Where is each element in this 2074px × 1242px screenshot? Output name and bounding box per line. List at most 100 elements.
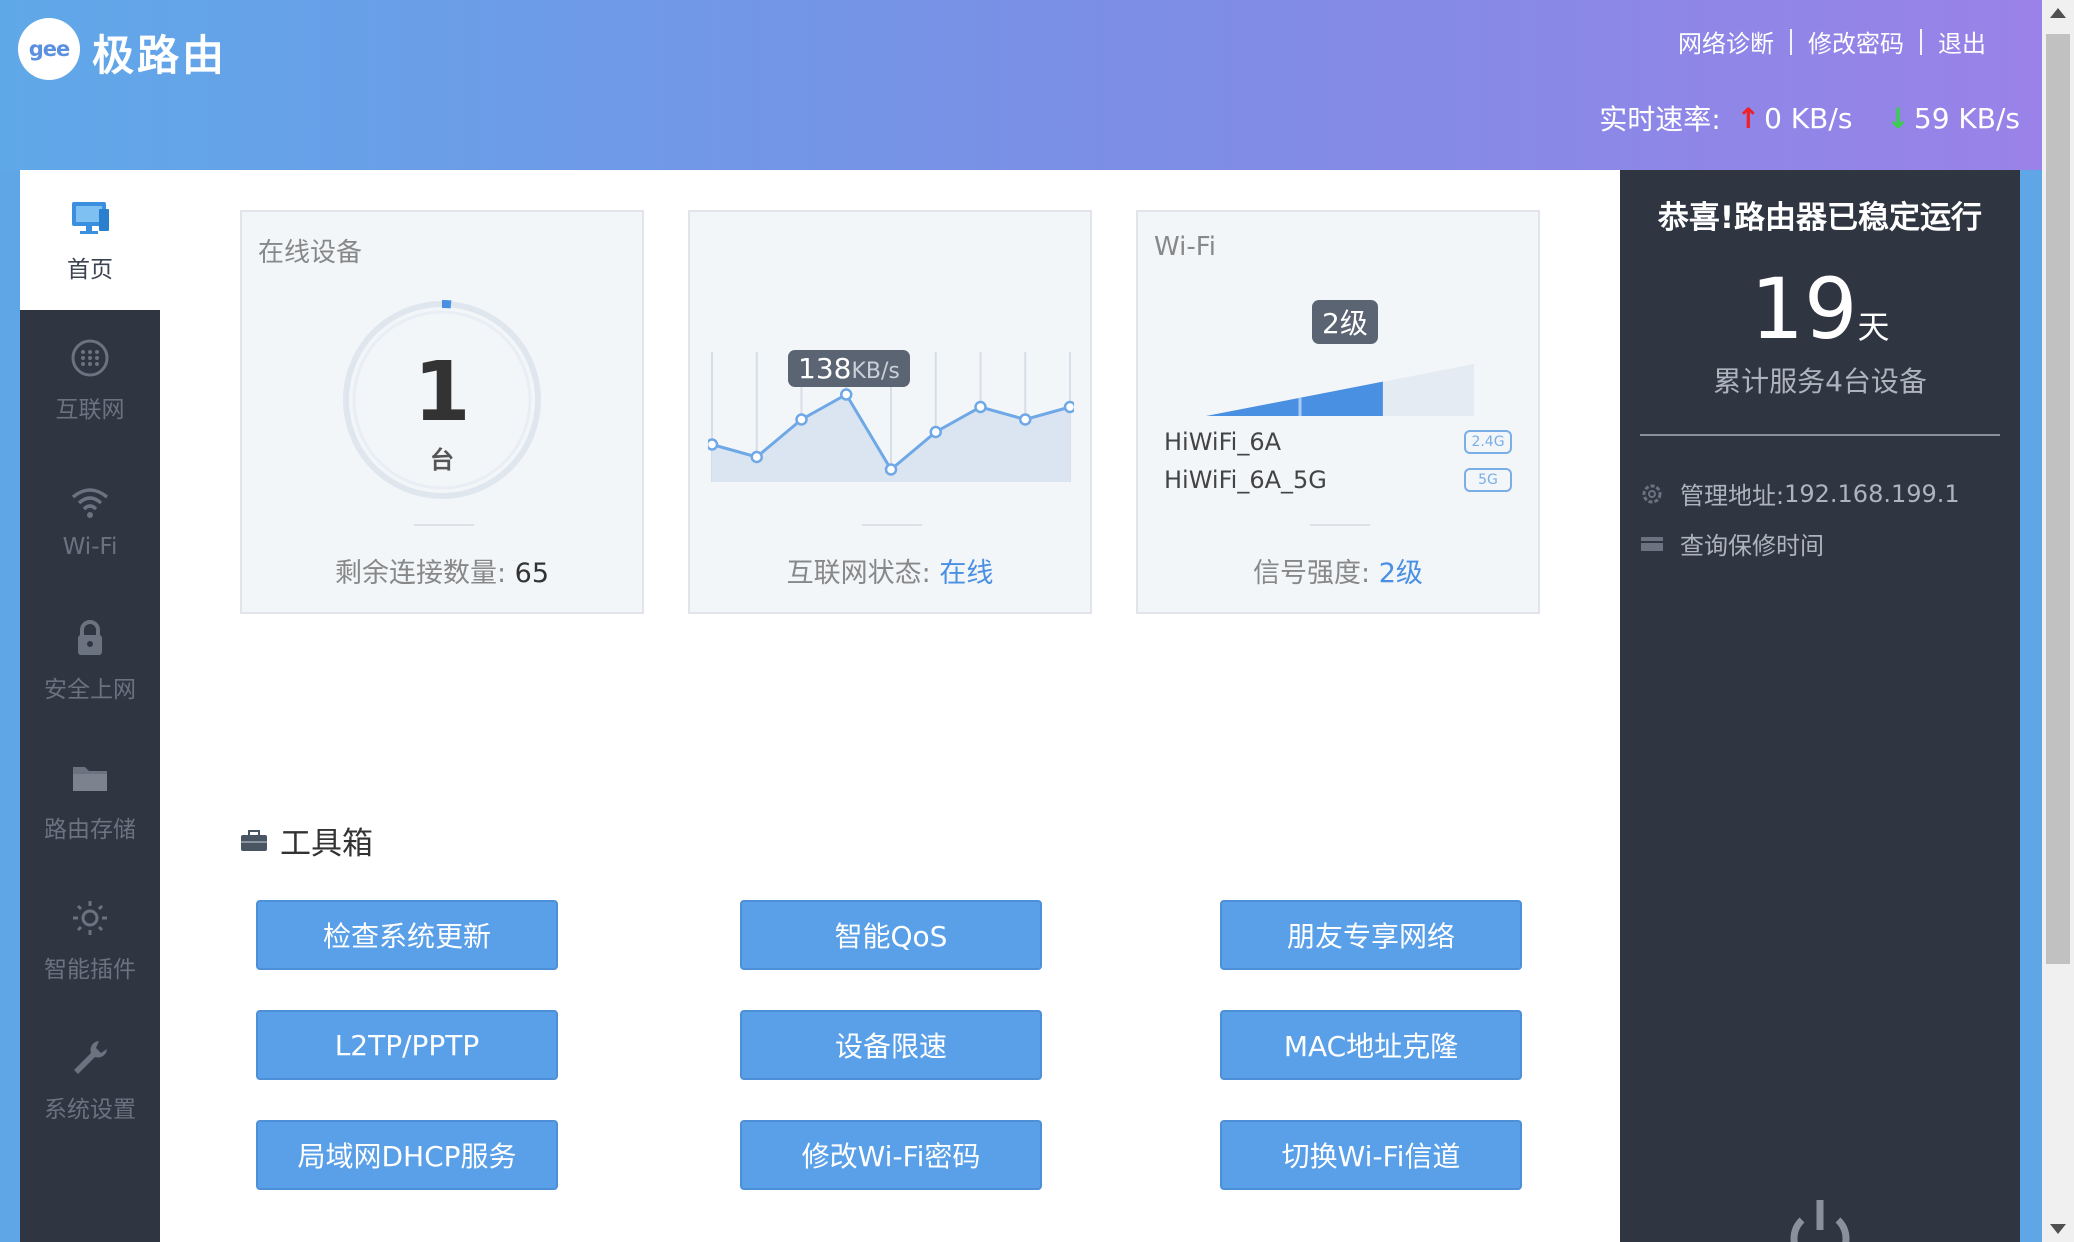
internet-card[interactable]: 138KB/s 互联网状态: 在线 bbox=[688, 210, 1092, 614]
speed-label: 实时速率: bbox=[1599, 103, 1721, 136]
sidebar-item-wifi[interactable]: Wi-Fi bbox=[20, 450, 160, 590]
warranty-link[interactable]: 查询保修时间 bbox=[1680, 526, 1824, 561]
brand-name: 极路由 bbox=[92, 31, 228, 80]
switch-wifi-channel-button[interactable]: 切换Wi-Fi信道 bbox=[1220, 1120, 1522, 1190]
internet-status: 互联网状态: 在线 bbox=[690, 551, 1090, 590]
top-links: 网络诊断 修改密码 退出 bbox=[1678, 24, 1986, 59]
chart-point bbox=[1063, 400, 1074, 414]
upload-speed: 0 KB/s bbox=[1764, 101, 1853, 135]
signal-fill bbox=[1206, 381, 1383, 416]
remaining-value: 65 bbox=[514, 558, 550, 589]
change-password-link[interactable]: 修改密码 bbox=[1808, 24, 1904, 59]
chart-point bbox=[840, 388, 853, 401]
mac-clone-button[interactable]: MAC地址克隆 bbox=[1220, 1010, 1522, 1080]
chart-point bbox=[750, 450, 763, 464]
status-label: 互联网状态: bbox=[786, 558, 931, 589]
signal-strength-wedge bbox=[1206, 364, 1474, 416]
admin-address[interactable]: 192.168.199.1 bbox=[1784, 480, 1960, 508]
sidebar-item-label: 智能插件 bbox=[44, 957, 136, 983]
lock-icon bbox=[68, 616, 112, 660]
download-speed: 59 KB/s bbox=[1913, 101, 2020, 135]
uptime-title: 恭喜!路由器已稳定运行 bbox=[1657, 200, 1983, 236]
sidebar-item-plugins[interactable]: 智能插件 bbox=[20, 870, 160, 1010]
status-panel: 恭喜!路由器已稳定运行 19天 累计服务4台设备 管理地址: 192.168.1… bbox=[1620, 170, 2020, 1242]
signal-strength: 信号强度: 2级 bbox=[1138, 551, 1538, 590]
toolbox-heading: 工具箱 bbox=[240, 818, 373, 863]
logout-link[interactable]: 退出 bbox=[1938, 24, 1986, 59]
admin-address-row: 管理地址: 192.168.199.1 bbox=[1640, 476, 1960, 511]
lan-dhcp-button[interactable]: 局域网DHCP服务 bbox=[256, 1120, 558, 1190]
card-title: Wi-Fi bbox=[1154, 232, 1217, 262]
online-devices-card[interactable]: 在线设备 1 台 剩余连接数量: 65 bbox=[240, 210, 644, 614]
wrench-icon bbox=[68, 1036, 112, 1080]
scroll-down-arrow-icon[interactable] bbox=[2050, 1224, 2066, 1234]
friend-network-button[interactable]: 朋友专享网络 bbox=[1220, 900, 1522, 970]
sun-icon bbox=[68, 896, 112, 940]
network-diagnosis-link[interactable]: 网络诊断 bbox=[1678, 24, 1774, 59]
wifi-icon bbox=[68, 480, 112, 524]
sidebar-item-label: 系统设置 bbox=[44, 1097, 136, 1123]
chart-point bbox=[929, 425, 942, 439]
change-wifi-password-button[interactable]: 修改Wi-Fi密码 bbox=[740, 1120, 1042, 1190]
divider bbox=[1310, 524, 1370, 526]
link-divider bbox=[1920, 28, 1922, 55]
globe-icon bbox=[68, 336, 112, 380]
scroll-up-arrow-icon[interactable] bbox=[2050, 8, 2066, 18]
scroll-thumb[interactable] bbox=[2046, 34, 2070, 964]
speed-value: 138 bbox=[798, 352, 852, 385]
wifi-card[interactable]: Wi-Fi 2级 HiWiFi_6A 2.4G HiWiFi_6A_5G 5G … bbox=[1136, 210, 1540, 614]
status-value: 在线 bbox=[939, 558, 994, 589]
chart-point bbox=[795, 413, 808, 426]
strength-label: 信号强度: bbox=[1253, 558, 1371, 589]
band-badge-2g: 2.4G bbox=[1464, 430, 1512, 454]
remaining-label: 剩余连接数量: bbox=[334, 558, 507, 589]
divider bbox=[414, 524, 474, 526]
device-speed-limit-button[interactable]: 设备限速 bbox=[740, 1010, 1042, 1080]
check-update-button[interactable]: 检查系统更新 bbox=[256, 900, 558, 970]
upload-arrow-icon: ↑ bbox=[1736, 101, 1761, 135]
warranty-row[interactable]: 查询保修时间 bbox=[1640, 526, 1824, 561]
strength-value: 2级 bbox=[1378, 558, 1423, 589]
sidebar-item-label: 安全上网 bbox=[44, 677, 136, 703]
l2tp-pptp-button[interactable]: L2TP/PPTP bbox=[256, 1010, 558, 1080]
sidebar-item-security[interactable]: 安全上网 bbox=[20, 590, 160, 730]
remaining-connections: 剩余连接数量: 65 bbox=[242, 551, 642, 590]
smart-qos-button[interactable]: 智能QoS bbox=[740, 900, 1042, 970]
toolbox-icon bbox=[241, 829, 267, 851]
folder-icon bbox=[68, 756, 112, 800]
chart-point bbox=[1019, 413, 1032, 426]
realtime-speed: 实时速率: ↑ 0 KB/s ↓ 59 KB/s bbox=[1599, 98, 2020, 138]
sidebar-item-label: 互联网 bbox=[55, 397, 125, 423]
chart-point bbox=[708, 438, 719, 451]
band-badge-5g: 5G bbox=[1464, 468, 1512, 492]
ssid-2g: HiWiFi_6A bbox=[1164, 428, 1281, 456]
days-unit: 天 bbox=[1857, 308, 1890, 346]
header: gee 极路由 网络诊断 修改密码 退出 实时速率: ↑ 0 KB/s ↓ 59… bbox=[0, 0, 2050, 170]
ssid-5g: HiWiFi_6A_5G bbox=[1164, 466, 1327, 494]
divider bbox=[862, 524, 922, 526]
devices-served: 累计服务4台设备 bbox=[1713, 365, 1927, 398]
power-icon[interactable] bbox=[1780, 1190, 1860, 1242]
logo-icon[interactable]: gee bbox=[18, 18, 80, 80]
uptime-days: 19天 bbox=[1620, 260, 2020, 358]
device-count: 1 bbox=[413, 345, 471, 440]
speed-tag: 138KB/s bbox=[788, 350, 910, 387]
page-scrollbar[interactable] bbox=[2042, 0, 2074, 1242]
divider bbox=[1640, 434, 2000, 436]
device-unit: 台 bbox=[430, 446, 454, 474]
days-number: 19 bbox=[1750, 260, 1858, 358]
link-divider bbox=[1790, 28, 1792, 55]
speed-unit: KB/s bbox=[851, 359, 900, 384]
download-arrow-icon: ↓ bbox=[1886, 101, 1910, 135]
sidebar-item-internet[interactable]: 互联网 bbox=[20, 310, 160, 450]
main-content: 在线设备 1 台 剩余连接数量: 65 138KB/s 互联网状态: 在线 Wi… bbox=[160, 170, 1620, 1242]
admin-label: 管理地址: bbox=[1680, 482, 1785, 510]
card-title: 在线设备 bbox=[258, 238, 363, 268]
sidebar-item-storage[interactable]: 路由存储 bbox=[20, 730, 160, 870]
chart-point bbox=[884, 463, 898, 476]
sidebar-item-settings[interactable]: 系统设置 bbox=[20, 1010, 160, 1150]
signal-level-badge: 2级 bbox=[1312, 300, 1378, 344]
toolbox-title: 工具箱 bbox=[280, 826, 373, 862]
sidebar-item-label: 首页 bbox=[67, 257, 113, 283]
sidebar-item-home[interactable]: 首页 bbox=[20, 170, 160, 310]
